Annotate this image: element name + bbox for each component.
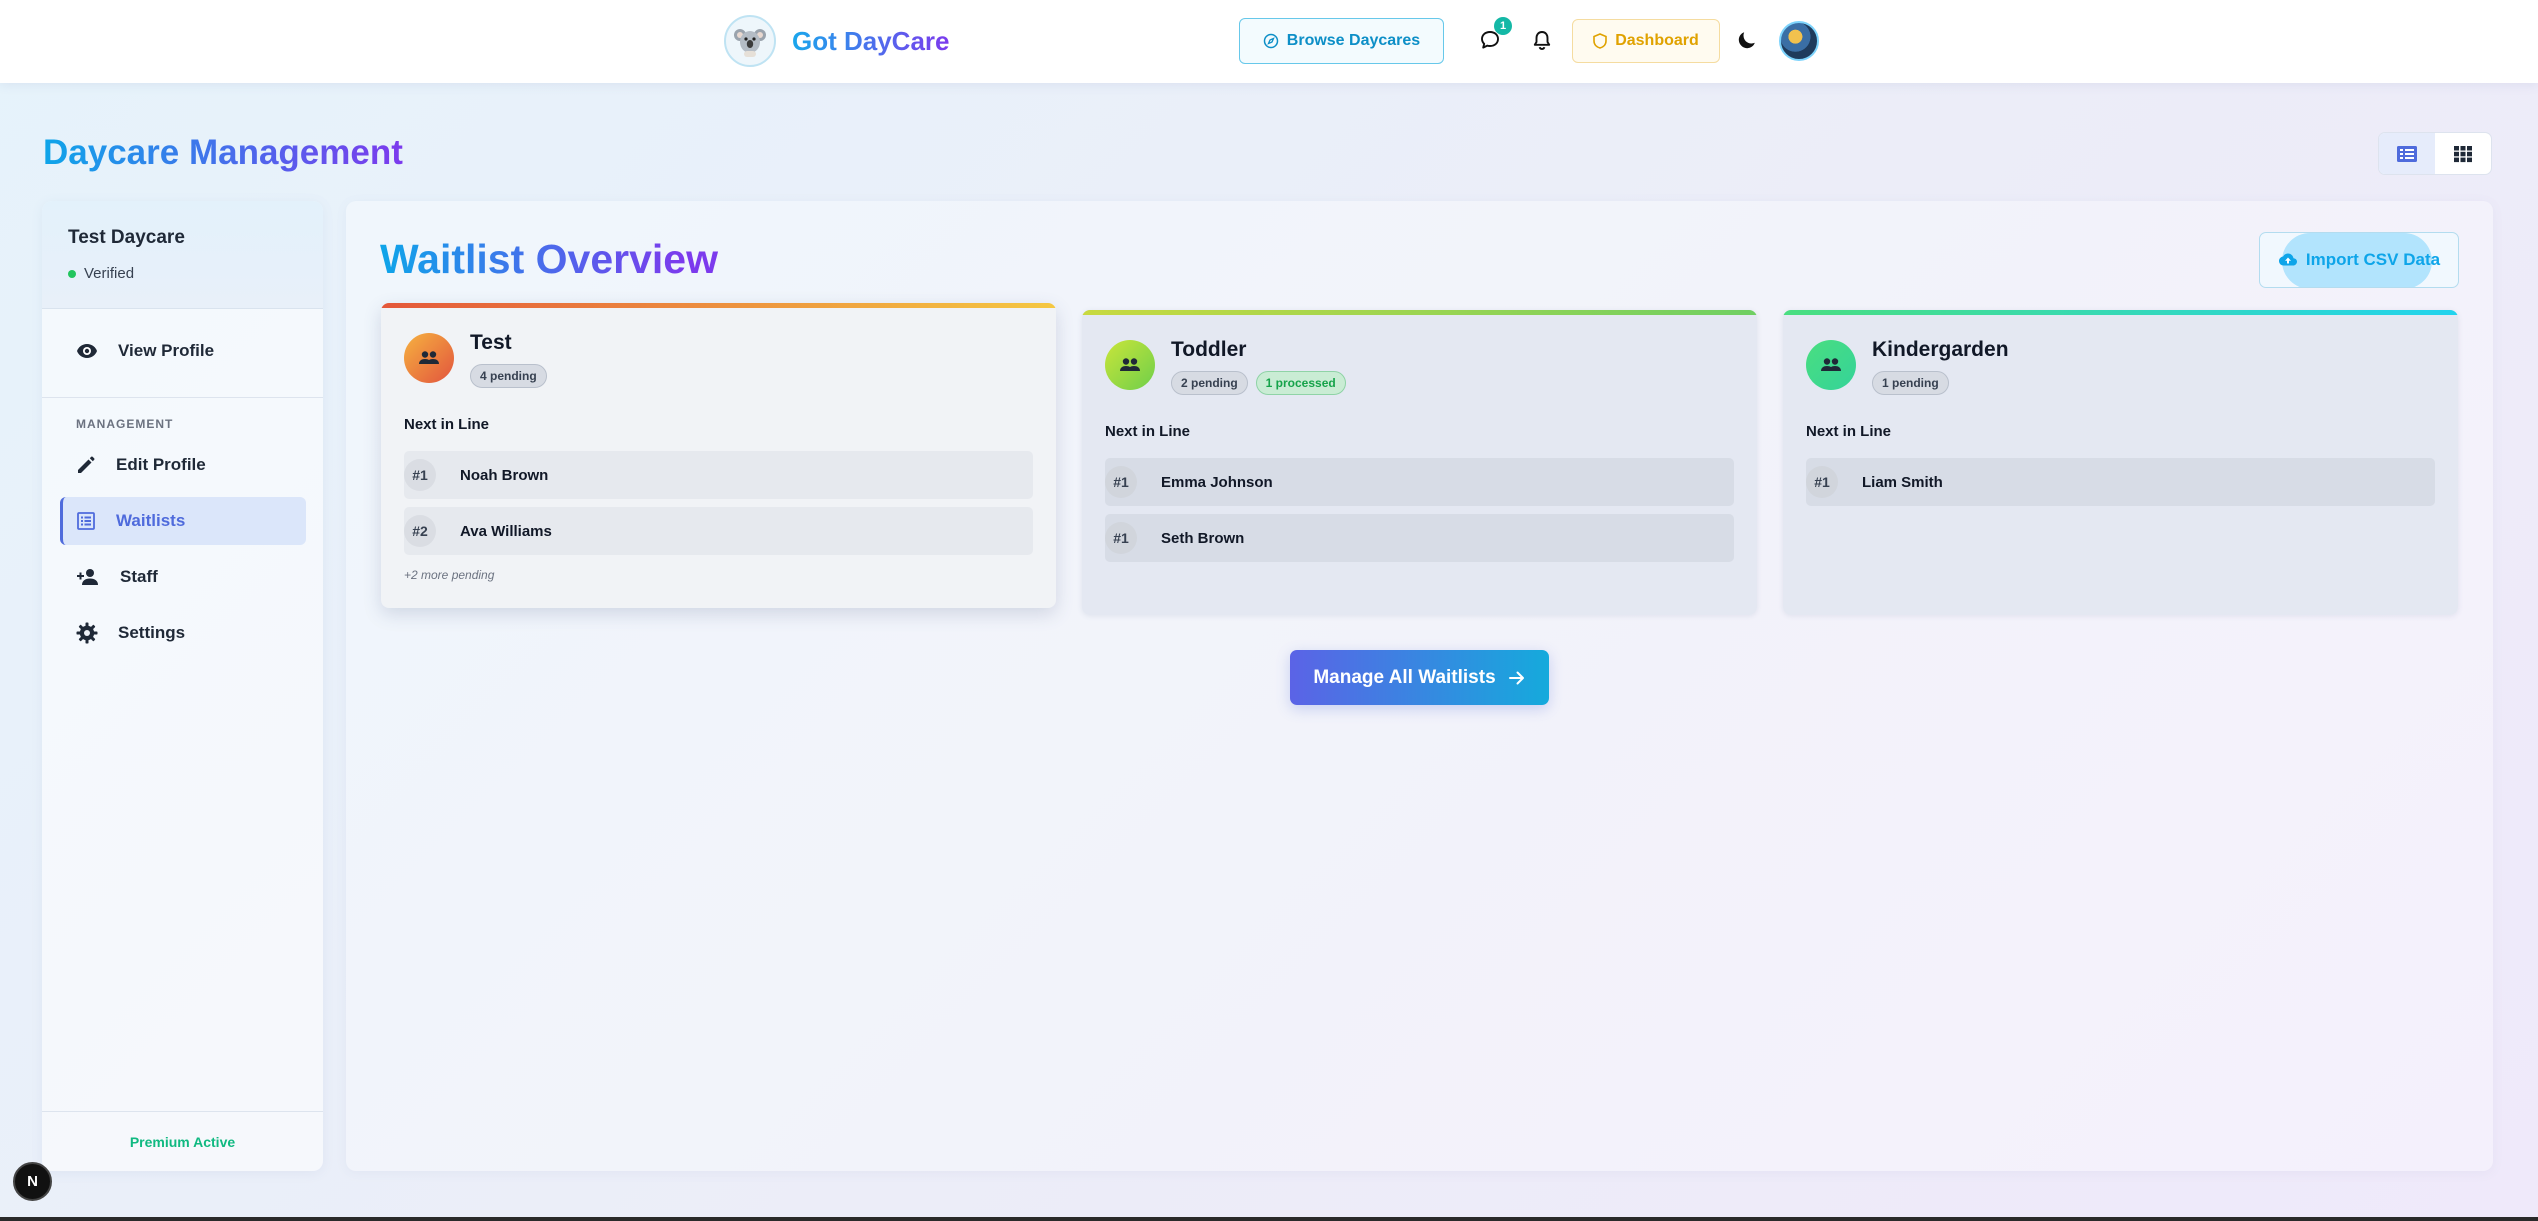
list-view-button[interactable] — [2379, 133, 2435, 174]
card-accent-bar — [1783, 310, 2458, 315]
group-icon — [404, 333, 454, 383]
sidebar-item-view-profile[interactable]: View Profile — [60, 327, 306, 375]
child-name: Ava Williams — [460, 522, 552, 540]
waitlist-card-toddler[interactable]: Toddler 2 pending 1 processed Next in Lin… — [1082, 310, 1757, 615]
gear-icon — [76, 622, 98, 644]
waitlist-panel: Waitlist Overview Import CSV Data Test 4… — [346, 201, 2493, 1171]
position-badge: #1 — [1105, 466, 1137, 498]
verified-label: Verified — [84, 265, 135, 282]
waitlist-overview-title: Waitlist Overview — [380, 236, 718, 282]
next-in-line-label: Next in Line — [1806, 423, 1892, 440]
moon-icon — [1738, 32, 1755, 49]
more-pending-note: +2 more pending — [404, 568, 495, 582]
shield-icon — [1593, 33, 1608, 49]
sidebar-item-label: View Profile — [118, 341, 215, 360]
waitlist-name: Test — [470, 331, 512, 354]
notifications-button[interactable] — [1526, 24, 1558, 56]
sidebar-item-settings[interactable]: Settings — [60, 609, 306, 657]
dev-tools-badge[interactable]: N — [13, 1162, 52, 1201]
sidebar-item-label: Settings — [118, 623, 186, 642]
waitlist-entry[interactable]: #1 Noah Brown — [404, 451, 1033, 499]
arrow-right-icon — [1508, 671, 1524, 684]
eye-icon — [77, 344, 97, 358]
page-title: Daycare Management — [43, 133, 403, 172]
list-icon — [77, 512, 95, 530]
waitlist-stats: 1 pending — [1872, 371, 1957, 395]
child-name: Liam Smith — [1862, 473, 1943, 491]
position-badge: #1 — [404, 459, 436, 491]
sidebar-divider — [42, 397, 323, 398]
manage-all-waitlists-label: Manage All Waitlists — [1313, 666, 1496, 688]
verified-status: Verified — [68, 265, 323, 282]
manage-all-waitlists-button[interactable]: Manage All Waitlists — [1290, 650, 1549, 705]
view-toggle — [2378, 132, 2492, 175]
sidebar-item-label: Staff — [120, 567, 158, 586]
import-csv-label: Import CSV Data — [2305, 250, 2441, 269]
sidebar-item-label: Waitlists — [116, 511, 186, 530]
sidebar-item-edit-profile[interactable]: Edit Profile — [60, 441, 306, 489]
group-icon — [1806, 340, 1856, 390]
brand-name: Got DayCare — [792, 25, 950, 56]
grid-view-button[interactable] — [2435, 133, 2491, 174]
waitlist-card-test[interactable]: Test 4 pending Next in Line #1 Noah Brow… — [381, 303, 1056, 608]
waitlist-name: Toddler — [1171, 338, 1247, 361]
koala-logo-icon — [724, 15, 776, 67]
card-accent-bar — [381, 303, 1056, 308]
compass-icon — [1263, 33, 1279, 49]
next-in-line-label: Next in Line — [404, 416, 490, 433]
list-view-icon — [2397, 145, 2417, 162]
group-icon — [1105, 340, 1155, 390]
next-in-line-label: Next in Line — [1105, 423, 1191, 440]
waitlist-name: Kindergarden — [1872, 338, 2009, 361]
card-accent-bar — [1082, 310, 1757, 315]
sidebar: Test Daycare Verified View Profile MANAG… — [42, 201, 323, 1171]
person-add-icon — [77, 569, 98, 585]
user-avatar[interactable] — [1779, 21, 1819, 61]
theme-toggle-button[interactable] — [1731, 24, 1763, 56]
waitlist-entry[interactable]: #1 Seth Brown — [1105, 514, 1734, 562]
pending-count-badge: 4 pending — [470, 364, 547, 388]
processed-count-badge: 1 processed — [1255, 371, 1346, 395]
premium-status: Premium Active — [42, 1111, 323, 1171]
position-badge: #1 — [1105, 522, 1137, 554]
position-badge: #2 — [404, 515, 436, 547]
waitlist-stats: 4 pending — [470, 364, 555, 388]
bottom-edge — [0, 1217, 2538, 1221]
messages-count-badge: 1 — [1494, 17, 1512, 35]
waitlist-entry[interactable]: #1 Liam Smith — [1806, 458, 2435, 506]
messages-button[interactable]: 1 — [1474, 17, 1512, 56]
waitlist-card-kindergarden[interactable]: Kindergarden 1 pending Next in Line #1 L… — [1783, 310, 2458, 615]
grid-view-icon — [2454, 145, 2472, 162]
sidebar-section-label: MANAGEMENT — [76, 417, 174, 431]
waitlist-stats: 2 pending 1 processed — [1171, 371, 1354, 395]
dashboard-label: Dashboard — [1615, 32, 1699, 49]
child-name: Noah Brown — [460, 466, 549, 484]
status-dot-icon — [68, 269, 76, 278]
daycare-info: Test Daycare Verified — [42, 201, 323, 309]
bell-icon — [1533, 31, 1551, 50]
brand-link[interactable]: Got DayCare — [724, 15, 950, 67]
sidebar-item-label: Edit Profile — [116, 455, 206, 474]
sidebar-item-waitlists[interactable]: Waitlists — [60, 497, 306, 545]
pending-count-badge: 2 pending — [1171, 371, 1248, 395]
position-badge: #1 — [1806, 466, 1838, 498]
pending-count-badge: 1 pending — [1872, 371, 1949, 395]
sidebar-item-staff[interactable]: Staff — [60, 553, 306, 601]
pencil-icon — [78, 456, 95, 473]
browse-daycares-label: Browse Daycares — [1286, 32, 1421, 49]
import-csv-button[interactable]: Import CSV Data — [2259, 232, 2459, 288]
daycare-name: Test Daycare — [68, 227, 185, 248]
child-name: Emma Johnson — [1161, 473, 1273, 491]
waitlist-entry[interactable]: #1 Emma Johnson — [1105, 458, 1734, 506]
top-navbar: Got DayCare Browse Daycares 1 Dashboard — [0, 0, 2538, 83]
cloud-upload-icon — [2278, 253, 2297, 266]
dashboard-button[interactable]: Dashboard — [1572, 19, 1720, 63]
waitlist-entry[interactable]: #2 Ava Williams — [404, 507, 1033, 555]
child-name: Seth Brown — [1161, 529, 1245, 547]
browse-daycares-button[interactable]: Browse Daycares — [1239, 18, 1444, 64]
